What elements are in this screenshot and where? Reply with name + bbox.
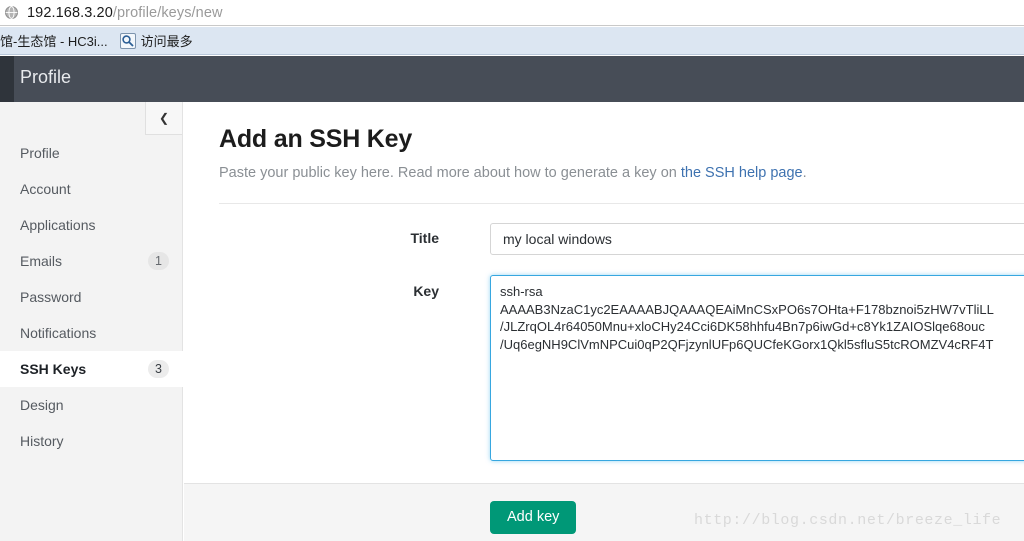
form-footer: Add key http://blog.csdn.net/breeze_life [184,483,1024,541]
key-textarea[interactable] [490,275,1024,461]
sidebar-item-label: Notifications [20,325,97,341]
browser-window: 192.168.3.20/profile/keys/new 馆-生态馆 - HC… [0,0,1024,541]
main-content: Add an SSH Key Paste your public key her… [184,102,1024,541]
bookmark-item-hc3i[interactable]: 馆-生态馆 - HC3i... [0,30,114,52]
subtitle-text: Paste your public key here. Read more ab… [219,165,681,181]
content-divider [219,203,1024,204]
ssh-help-page-link[interactable]: the SSH help page [681,165,803,181]
sidebar-item-badge: 1 [148,252,169,270]
sidebar-item-password[interactable]: Password [0,279,183,315]
sidebar-item-label: History [20,433,64,449]
bookmark-label: 访问最多 [140,34,193,49]
sidebar-item-label: Emails [20,253,63,269]
add-key-button[interactable]: Add key [490,501,577,534]
sidebar-item-history[interactable]: History [0,423,183,459]
page-header-title: Profile [20,67,72,87]
sidebar-item-applications[interactable]: Applications [0,207,183,243]
title-field-label: Title [410,230,439,246]
sidebar-item-profile[interactable]: Profile [0,135,183,171]
sidebar-item-label: Password [20,289,82,305]
sidebar-item-label: Applications [20,217,96,233]
sidebar-item-label: Profile [20,145,60,161]
sidebar-item-emails[interactable]: Emails 1 [0,243,183,279]
url-host: 192.168.3.20 [27,4,113,21]
page-subtitle: Paste your public key here. Read more ab… [219,165,807,181]
subtitle-suffix: . [802,165,807,181]
sidebar-item-label: SSH Keys [20,361,87,377]
sidebar-item-design[interactable]: Design [0,387,183,423]
sidebar: ❮ Profile Account Applications Emails 1 … [0,102,183,541]
chevron-left-icon: ❮ [158,111,170,125]
sidebar-item-label: Design [20,397,64,413]
bookmark-label: 馆-生态馆 - HC3i... [0,34,108,49]
browser-url-bar[interactable]: 192.168.3.20/profile/keys/new [0,0,1024,26]
sidebar-item-label: Account [20,181,71,197]
page-title: Add an SSH Key [219,125,413,153]
sidebar-item-account[interactable]: Account [0,171,183,207]
url-text: 192.168.3.20/profile/keys/new [27,5,223,21]
sidebar-item-badge: 3 [148,360,169,378]
bookmark-item-most-visited[interactable]: 访问最多 [114,30,199,52]
most-visited-icon [119,32,136,49]
key-field-label: Key [413,283,439,299]
app-header: Profile [0,56,1024,102]
url-path: /profile/keys/new [112,4,223,21]
sidebar-item-ssh-keys[interactable]: SSH Keys 3 [0,351,183,387]
sidebar-item-notifications[interactable]: Notifications [0,315,183,351]
sidebar-nav-list: Profile Account Applications Emails 1 Pa… [0,135,183,459]
watermark-text: http://blog.csdn.net/breeze_life [694,512,1002,529]
title-input[interactable] [490,223,1024,255]
page-globe-icon [4,5,19,20]
bookmarks-bar: 馆-生态馆 - HC3i... 访问最多 [0,27,1024,55]
sidebar-collapse-button[interactable]: ❮ [145,102,182,135]
app-body: ❮ Profile Account Applications Emails 1 … [0,102,1024,541]
